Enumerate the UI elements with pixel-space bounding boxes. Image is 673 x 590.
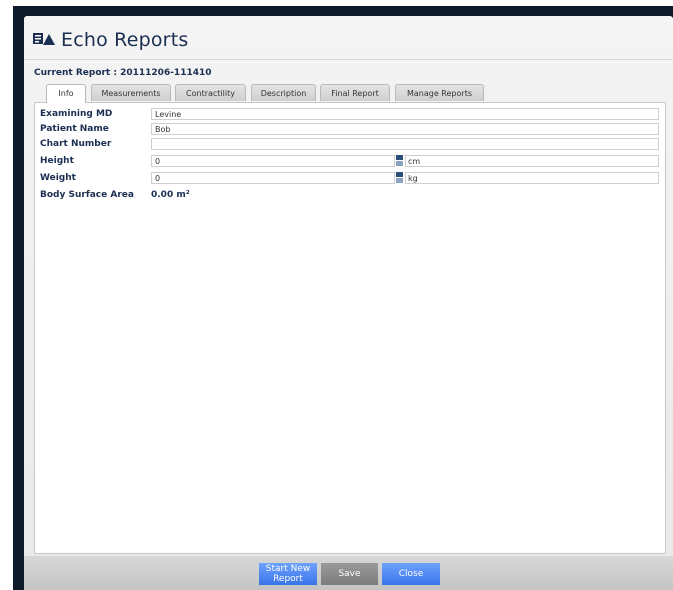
footer-bar: Start New Report Save Close [24, 556, 673, 590]
start-new-report-button[interactable]: Start New Report [259, 563, 317, 585]
weight-unit: kg [405, 172, 659, 184]
chart-number-field[interactable] [151, 138, 659, 150]
tab-description[interactable]: Description [251, 84, 316, 101]
height-field[interactable]: 0 [151, 155, 395, 167]
app-title: Echo Reports [61, 29, 189, 51]
height-row: Height 0 cm [35, 155, 665, 168]
weight-stepper[interactable] [396, 172, 403, 183]
stepper-up-icon[interactable] [396, 172, 403, 177]
patient-name-label: Patient Name [40, 124, 109, 134]
window-content: Echo Reports Current Report : 20111206-1… [24, 16, 673, 590]
tab-contractility[interactable]: Contractility [175, 84, 246, 101]
tab-final-report[interactable]: Final Report [320, 84, 390, 101]
bsa-value: 0.00 m² [151, 190, 190, 200]
title-bar: Echo Reports [33, 27, 188, 53]
stepper-down-icon[interactable] [396, 161, 403, 166]
examining-md-label: Examining MD [40, 109, 113, 119]
chart-number-row: Chart Number [35, 138, 665, 151]
height-label: Height [40, 156, 74, 166]
app-window: Echo Reports Current Report : 20111206-1… [13, 6, 673, 590]
stepper-up-icon[interactable] [396, 155, 403, 160]
bsa-label: Body Surface Area [40, 190, 134, 200]
weight-field[interactable]: 0 [151, 172, 395, 184]
current-report-label: Current Report : 20111206-111410 [34, 68, 212, 78]
chart-number-label: Chart Number [40, 139, 112, 149]
bsa-row: Body Surface Area 0.00 m² [35, 189, 665, 202]
stepper-down-icon[interactable] [396, 178, 403, 183]
tab-measurements[interactable]: Measurements [91, 84, 171, 101]
weight-label: Weight [40, 173, 76, 183]
close-button[interactable]: Close [382, 563, 440, 585]
examining-md-field[interactable]: Levine [151, 108, 659, 120]
weight-row: Weight 0 kg [35, 172, 665, 185]
tab-manage-reports[interactable]: Manage Reports [395, 84, 484, 101]
examining-md-row: Examining MD Levine [35, 108, 665, 121]
patient-name-row: Patient Name Bob [35, 123, 665, 136]
height-stepper[interactable] [396, 155, 403, 166]
report-chart-icon [33, 31, 55, 50]
height-unit: cm [405, 155, 659, 167]
info-panel: Examining MD Levine Patient Name Bob Cha… [34, 102, 666, 554]
save-button[interactable]: Save [321, 563, 378, 585]
patient-name-field[interactable]: Bob [151, 123, 659, 135]
title-divider [24, 59, 673, 60]
tab-info[interactable]: Info [46, 84, 86, 103]
